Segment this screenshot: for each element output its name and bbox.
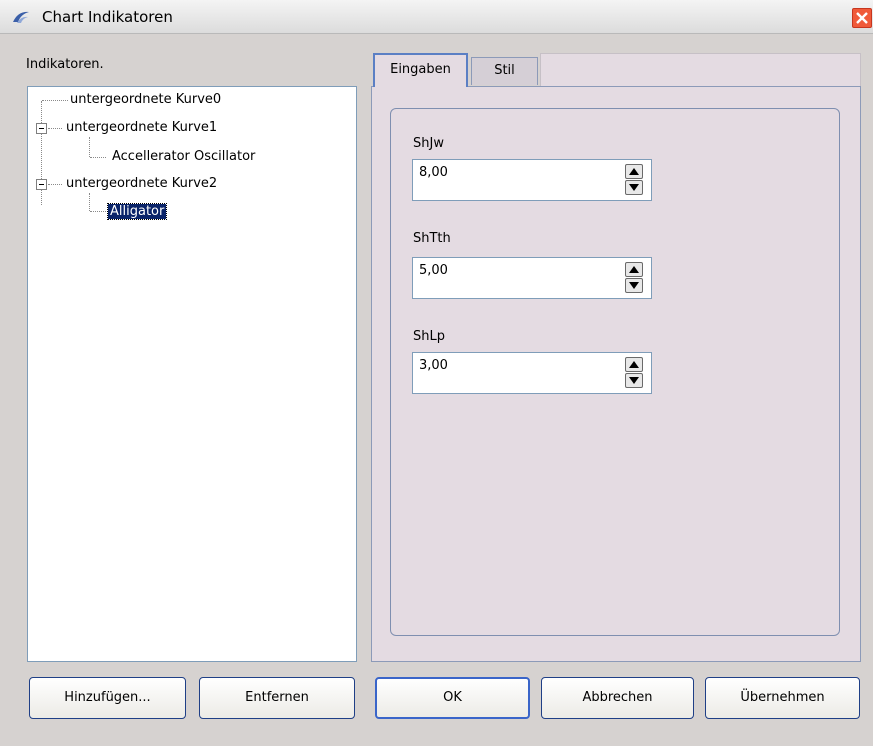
tree-connector <box>48 128 62 129</box>
spin-down-icon[interactable] <box>625 278 643 293</box>
tab-eingaben[interactable]: Eingaben <box>373 53 468 87</box>
tree-connector <box>89 137 90 157</box>
input-value: 8,00 <box>419 165 448 180</box>
app-icon <box>12 9 30 25</box>
spinner[interactable] <box>625 262 643 294</box>
button-label: Übernehmen <box>740 690 825 705</box>
tree-item-label: untergeordnete Kurve2 <box>66 176 218 191</box>
input-value: 3,00 <box>419 358 448 373</box>
tree-connector <box>90 157 106 158</box>
add-button[interactable]: Hinzufügen... <box>29 677 186 719</box>
button-label: Hinzufügen... <box>64 690 151 705</box>
button-label: OK <box>443 690 462 705</box>
spin-up-icon[interactable] <box>625 357 643 372</box>
dialog-window: Chart Indikatoren Indikatoren. untergeor… <box>0 0 873 746</box>
tab-stil[interactable]: Stil <box>471 57 538 85</box>
tree-item[interactable]: Accellerator Oscillator <box>112 147 255 167</box>
input-value: 5,00 <box>419 263 448 278</box>
spin-up-icon[interactable] <box>625 262 643 277</box>
remove-button[interactable]: Entfernen <box>199 677 355 719</box>
spinner[interactable] <box>625 164 643 196</box>
spin-down-icon[interactable] <box>625 373 643 388</box>
tree-item-selected[interactable]: Alligator <box>106 202 168 222</box>
tree-connector <box>89 193 90 211</box>
indicator-tree[interactable]: untergeordnete Kurve0 untergeordnete Kur… <box>27 86 357 662</box>
apply-button[interactable]: Übernehmen <box>705 677 860 719</box>
tree-item-label: Alligator <box>106 203 168 220</box>
number-input[interactable]: 8,00 <box>412 159 652 201</box>
tree-item[interactable]: untergeordnete Kurve2 <box>66 174 217 194</box>
tree-item[interactable]: untergeordnete Kurve1 <box>66 118 217 138</box>
tree-item-label: Accellerator Oscillator <box>112 149 256 164</box>
field-label: ShJw <box>413 136 444 151</box>
tree-item-label: untergeordnete Kurve1 <box>66 120 218 135</box>
input-group: ShJw 8,00 ShTth 5,00 ShLp 3,00 <box>390 108 840 636</box>
tree-connector <box>48 184 62 185</box>
close-icon[interactable] <box>852 8 872 28</box>
field-label: ShLp <box>413 329 445 344</box>
collapse-icon[interactable] <box>36 179 47 190</box>
tab-label: Eingaben <box>390 62 451 77</box>
spin-up-icon[interactable] <box>625 164 643 179</box>
spin-down-icon[interactable] <box>625 180 643 195</box>
cancel-button[interactable]: Abbrechen <box>541 677 694 719</box>
window-title: Chart Indikatoren <box>42 8 173 26</box>
number-input[interactable]: 3,00 <box>412 352 652 394</box>
number-input[interactable]: 5,00 <box>412 257 652 299</box>
button-label: Abbrechen <box>582 690 653 705</box>
tree-connector <box>42 100 68 101</box>
tree-item[interactable]: untergeordnete Kurve0 <box>70 90 221 110</box>
button-label: Entfernen <box>245 690 309 705</box>
spinner[interactable] <box>625 357 643 389</box>
tree-connector <box>90 211 106 212</box>
tree-item-label: untergeordnete Kurve0 <box>70 92 222 107</box>
field-label: ShTth <box>413 231 451 246</box>
tabs: Eingaben Stil <box>371 53 861 87</box>
indicators-label: Indikatoren. <box>26 57 104 72</box>
tab-label: Stil <box>494 63 515 78</box>
collapse-icon[interactable] <box>36 123 47 134</box>
title-bar[interactable]: Chart Indikatoren <box>0 0 873 34</box>
ok-button[interactable]: OK <box>375 677 530 719</box>
